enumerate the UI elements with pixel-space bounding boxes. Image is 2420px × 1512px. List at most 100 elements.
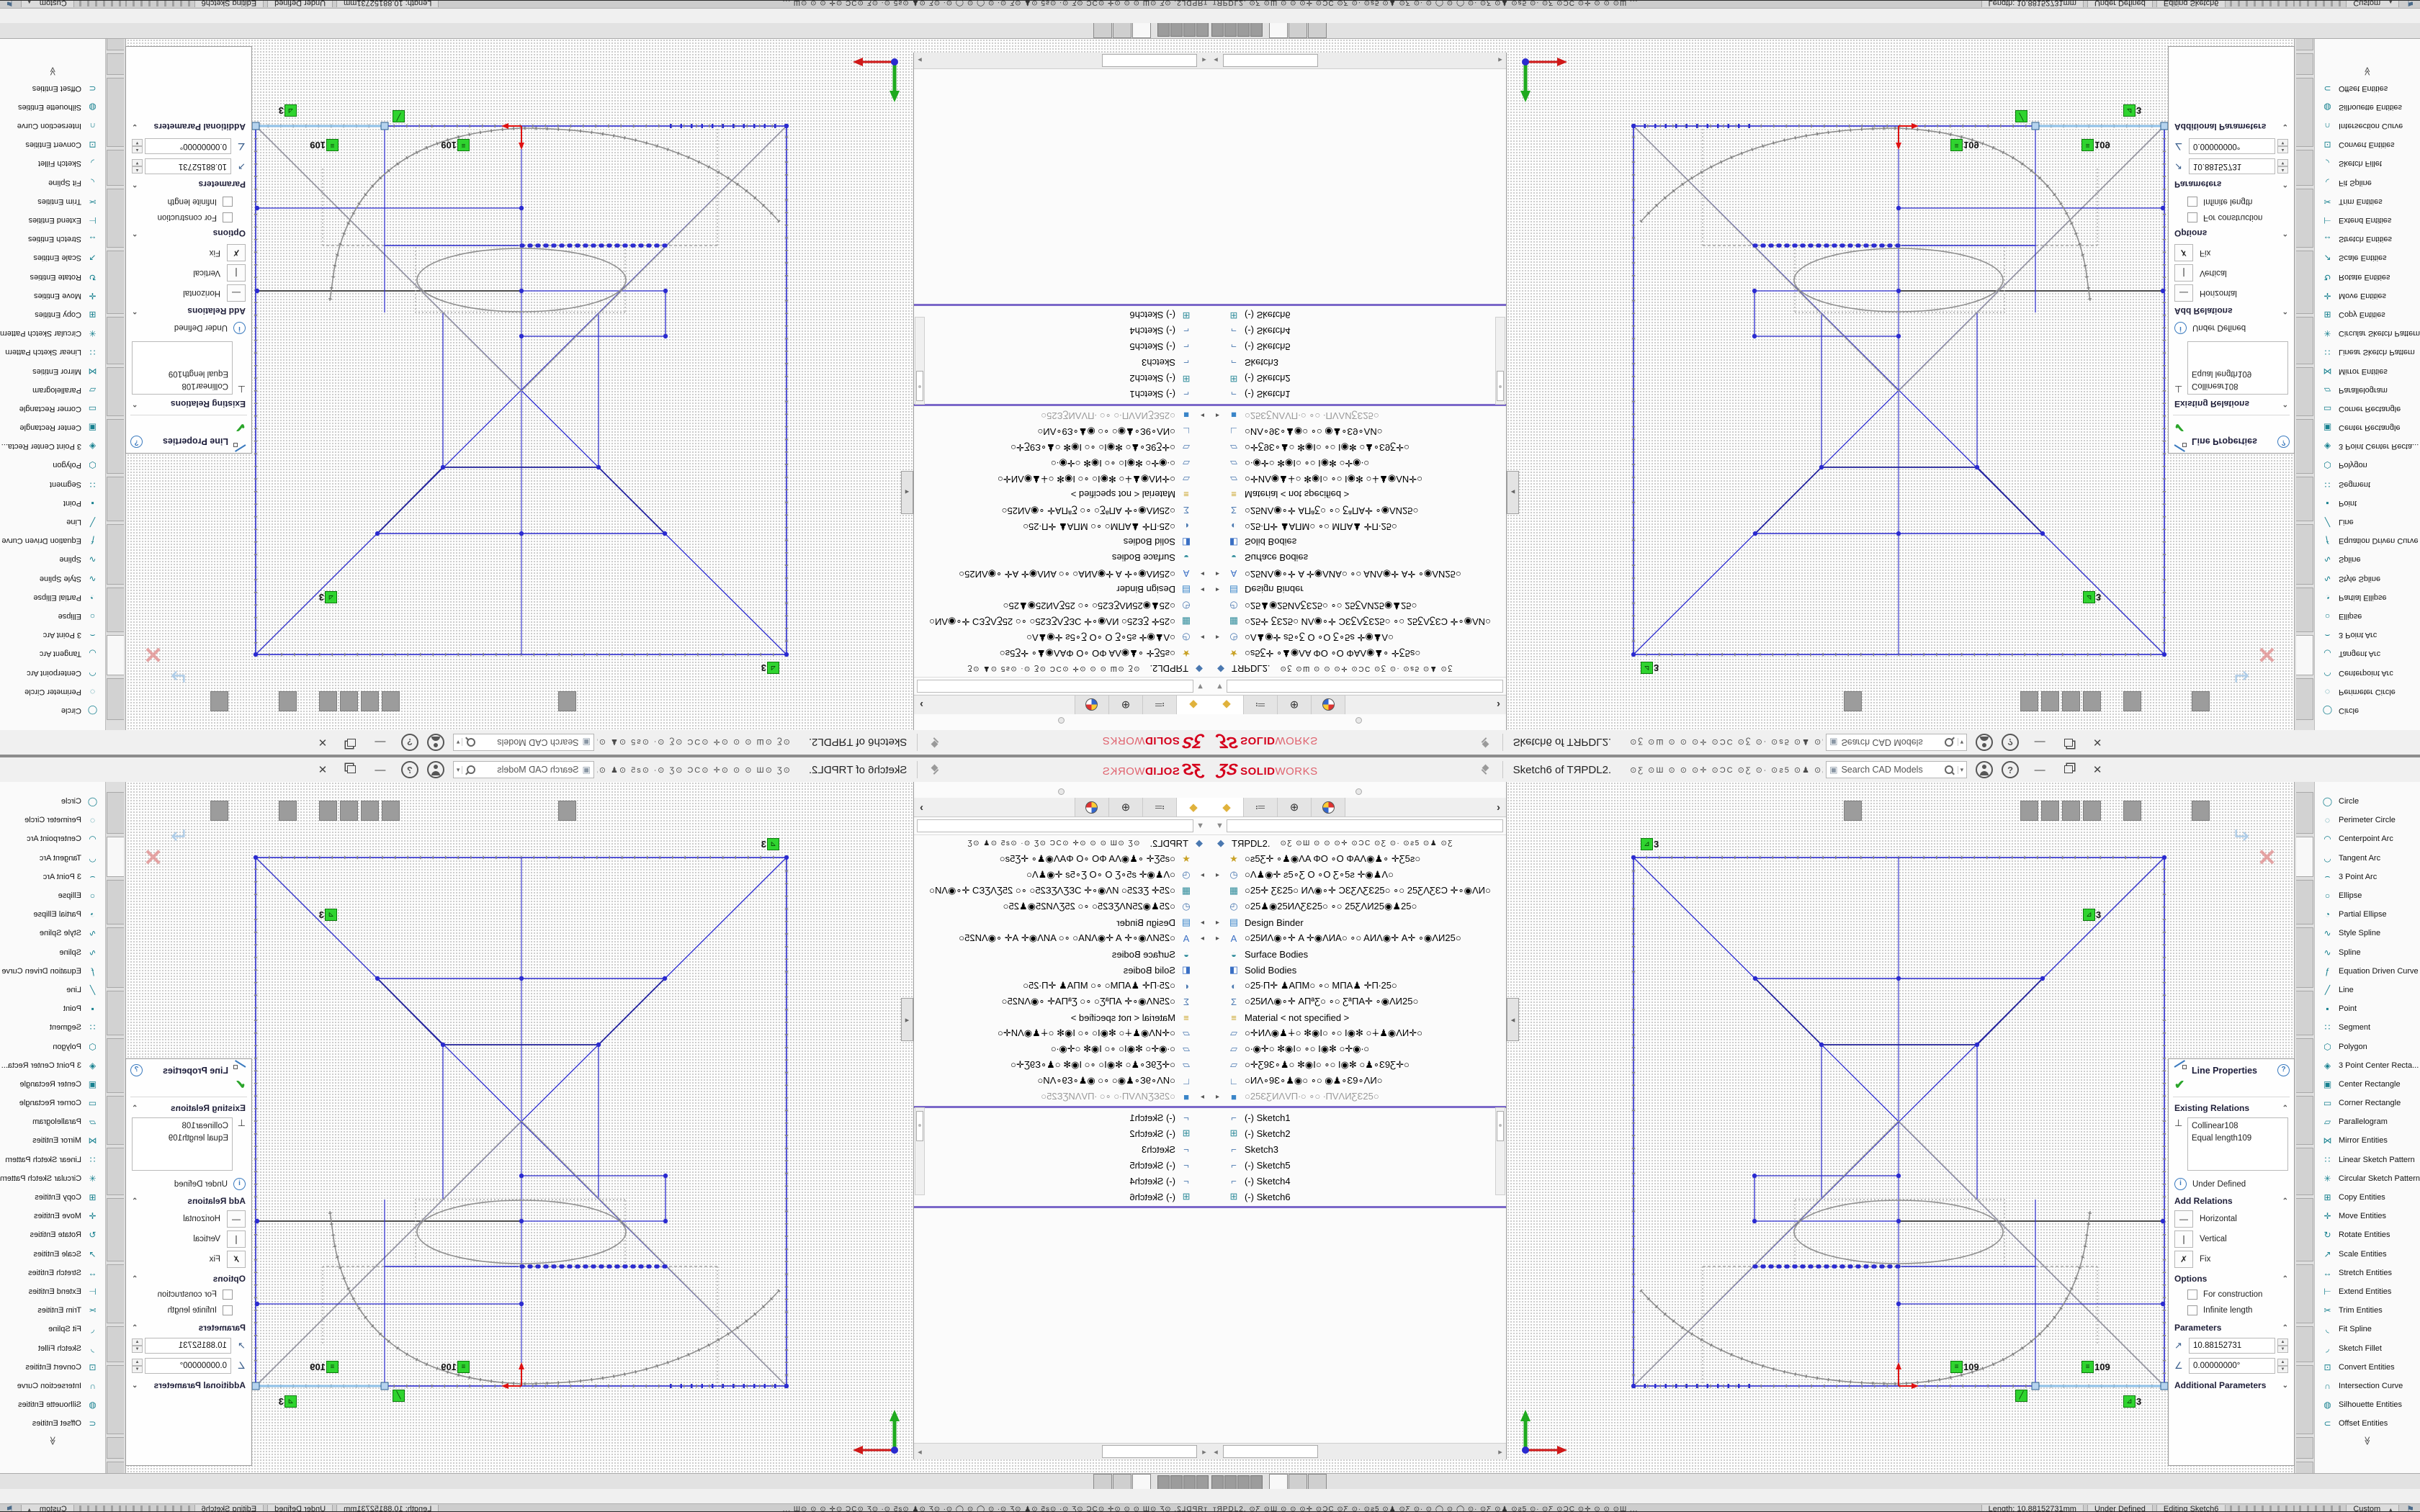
toolbar-icon[interactable]	[724, 801, 740, 820]
sketch-tool-item[interactable]: ⊢Extend Entities	[2315, 1282, 2420, 1301]
relation-button-icon[interactable]: ✗	[2174, 1251, 2193, 1268]
commandmanager-tab[interactable]	[107, 317, 124, 364]
tree-item[interactable]: ▸■○25ƐƸИΛVΠ∙○ ∘○ ∙ΠVΛИƸƐ25○	[1210, 1089, 1506, 1104]
toolbar-icon[interactable]	[1718, 801, 1735, 820]
toolbar-icon[interactable]	[2251, 692, 2268, 711]
collapse-icon[interactable]: ⌃	[132, 400, 138, 408]
expand-arrow-icon[interactable]: ▸	[1196, 871, 1204, 879]
toolbar-icon[interactable]	[152, 692, 169, 711]
relation-item[interactable]: Collinear108	[136, 379, 228, 392]
sketch-tool-item[interactable]: ▪Point	[0, 494, 105, 513]
expand-arrow-icon[interactable]: ▸	[1196, 412, 1204, 420]
relation-item[interactable]: Collinear108	[2192, 379, 2284, 392]
toolbar-icon[interactable]	[2020, 691, 2038, 711]
toolbar-icon[interactable]	[210, 801, 228, 821]
relation-badge[interactable]: ⊿3	[761, 838, 779, 850]
parameter-input[interactable]: 0.00000000°	[2189, 138, 2275, 154]
toolbar-icon[interactable]	[685, 692, 702, 711]
toolbar-icon[interactable]	[461, 692, 478, 711]
toolbar-icon[interactable]	[2144, 692, 2161, 711]
tree-item[interactable]: ▸★○ƨ5Ƹ✛ ∘♟◉ΛA ΦO ∘O ΦAΛ◉♟∘ ✛Ƹ5ƨ○	[914, 645, 1210, 661]
toolbar-icon[interactable]	[279, 691, 297, 711]
toolbar-icon[interactable]	[1602, 801, 1618, 820]
section-existing-relations[interactable]: Existing Relations⌃	[126, 1099, 251, 1116]
sketch-tool-item[interactable]: ◔Partial Ellipse	[0, 588, 105, 607]
user-icon[interactable]	[427, 734, 444, 751]
toolbar-icon[interactable]	[2232, 801, 2249, 820]
commandmanager-tab[interactable]	[2296, 927, 2313, 988]
sketch-tool-item[interactable]: ✳Circular Sketch Pattern	[0, 1169, 105, 1188]
rollback-bar-2[interactable]	[1210, 1206, 1506, 1208]
toolbar-icon[interactable]	[2183, 801, 2189, 820]
toolbar-icon[interactable]	[1757, 801, 1774, 820]
collapse-icon[interactable]: ⌃	[132, 230, 138, 238]
expand-arrow-icon[interactable]: ▸	[1216, 586, 1224, 594]
toolbar-icon[interactable]	[191, 692, 207, 711]
toolbar-icon[interactable]	[361, 691, 379, 711]
commandmanager-tab[interactable]	[107, 1096, 124, 1145]
toolbar-icon[interactable]	[2104, 801, 2120, 820]
toolbar-icon[interactable]	[259, 692, 276, 711]
relation-badge[interactable]: ⊿3	[2123, 1395, 2141, 1408]
document-tab[interactable]	[1113, 1474, 1131, 1490]
hscroll-thumb[interactable]	[1223, 1445, 1318, 1458]
toolbar-icon[interactable]	[1738, 801, 1754, 820]
commandmanager-tab[interactable]	[2296, 837, 2313, 877]
toolbar-icon[interactable]	[2123, 801, 2141, 821]
funnel-left[interactable]	[599, 978, 665, 1045]
tree-item-sketch[interactable]: ⌐(-) Sketch1	[1210, 1110, 1506, 1125]
toolbar-icon[interactable]	[2144, 801, 2161, 820]
sketch-tool-item[interactable]: ✳Circular Sketch Pattern	[0, 324, 105, 343]
funnel-right[interactable]	[377, 467, 443, 534]
expand-arrow-icon[interactable]: ▸	[1216, 634, 1224, 642]
sketch-tool-item[interactable]: ◍Silhouette Entities	[2315, 98, 2420, 117]
section-options[interactable]: Options⌃	[126, 1269, 251, 1287]
tab-displaymanager[interactable]	[1312, 696, 1345, 714]
tree-item[interactable]: ▸◷○Λ♟◉✛ ƨ5∘Ƹ O ∘O Ƹ∘5ƨ ✛◉♟Λ○	[914, 629, 1210, 645]
exit-sketch-icon[interactable]: ↵	[171, 663, 189, 688]
commandmanager-tab[interactable]	[2296, 367, 2313, 416]
toolbar-icon[interactable]	[860, 692, 877, 711]
scrollbar-thumb[interactable]	[1497, 371, 1504, 401]
relation-item[interactable]: Equal length109	[2192, 1133, 2284, 1145]
sketch-tool-item[interactable]: ↗Scale Entities	[0, 248, 105, 267]
toolbar-icon[interactable]	[1962, 692, 1978, 711]
help-icon[interactable]: ?	[401, 734, 418, 751]
section-options[interactable]: Options⌃	[2169, 225, 2294, 243]
relation-item[interactable]: Equal length109	[136, 1133, 228, 1145]
tree-item[interactable]: ▸◐○25∙Π✛ ♟AΠM○ ∘○ MΠA♟ ✛Π∙25○	[1210, 978, 1506, 994]
rollback-bar-2[interactable]	[914, 304, 1210, 306]
toolbar-icon[interactable]	[743, 801, 760, 820]
relation-button-icon[interactable]: ❘	[2174, 1230, 2193, 1248]
tab-featuremanager[interactable]: ◆	[1176, 696, 1210, 714]
checkbox[interactable]	[2187, 1305, 2197, 1315]
filter-input[interactable]	[1227, 819, 1503, 832]
sketch-tool-item[interactable]: ▪Point	[0, 999, 105, 1018]
sketch-tool-item[interactable]: ╱Line	[2315, 513, 2420, 531]
sketch-tool-item[interactable]: ▭Corner Rectangle	[2315, 1094, 2420, 1112]
tree-item[interactable]: ▸▱○∙◉✛○ ✻◉I○ ∘○ I◉✻ ○✛◉∙○	[1210, 1041, 1506, 1057]
sketch-tool-item[interactable]: ⌢3 Point Arc	[0, 868, 105, 886]
expand-arrow-icon[interactable]: ▸	[1216, 570, 1224, 578]
sketch-tool-item[interactable]: ⬡Polygon	[0, 1037, 105, 1056]
tree-item[interactable]: ▸◒Surface Bodies	[1210, 550, 1506, 566]
toolbar-icon[interactable]	[2183, 692, 2189, 711]
quick-access-toolbar[interactable]: ⊙Ƹ ⊙Ш ⊙ ⊙ ⊙✛ ⊙ƆC ⊙Ƹ ⊙∙ ⊙ƨ5 ⊙♟ ⊙Ƹ	[597, 738, 790, 747]
section-add-relations[interactable]: Add Relations⌃	[126, 1192, 251, 1209]
funnel-left[interactable]	[1755, 978, 1821, 1045]
toolbar-icon[interactable]	[519, 692, 536, 711]
add-relation-button[interactable]: —Horizontal	[126, 283, 251, 303]
add-relation-button[interactable]: ❘Vertical	[126, 1229, 251, 1249]
panel-collapse-arrow[interactable]: ◂	[901, 998, 913, 1041]
spinner[interactable]: ▲▼	[2277, 1338, 2288, 1353]
tree-root-item[interactable]: ◆ TЯPDL2. ⊙Ƹ ⊙Ш ⊙ ⊙ ⊙✛ ⊙ƆC ⊙Ƹ ⊙∙ ⊙ƨ5 ⊙♟ …	[1210, 835, 1506, 851]
commandmanager-tab[interactable]	[2296, 1096, 2313, 1145]
search-icon[interactable]	[1945, 738, 1953, 747]
minimize-button[interactable]: —	[372, 764, 388, 776]
sketch-tool-item[interactable]: ╱Line	[0, 981, 105, 999]
tree-item[interactable]: ▸◴○25♟◉25ИΛƸƐ25○ ∘○ 25ƸΛИ25◉♟25○	[914, 598, 1210, 613]
add-relation-button[interactable]: ❘Vertical	[2169, 1229, 2294, 1249]
collapse-icon[interactable]: ⌃	[132, 1324, 138, 1332]
tree-item[interactable]: ▸▦○25✛ ƸƐ25○ ИΛ◉∘✛ ƆƐƸΛƸƐ25○ ∘○ 25ƸΛƸƐƆ …	[1210, 613, 1506, 629]
document-tab[interactable]	[1093, 1474, 1112, 1490]
